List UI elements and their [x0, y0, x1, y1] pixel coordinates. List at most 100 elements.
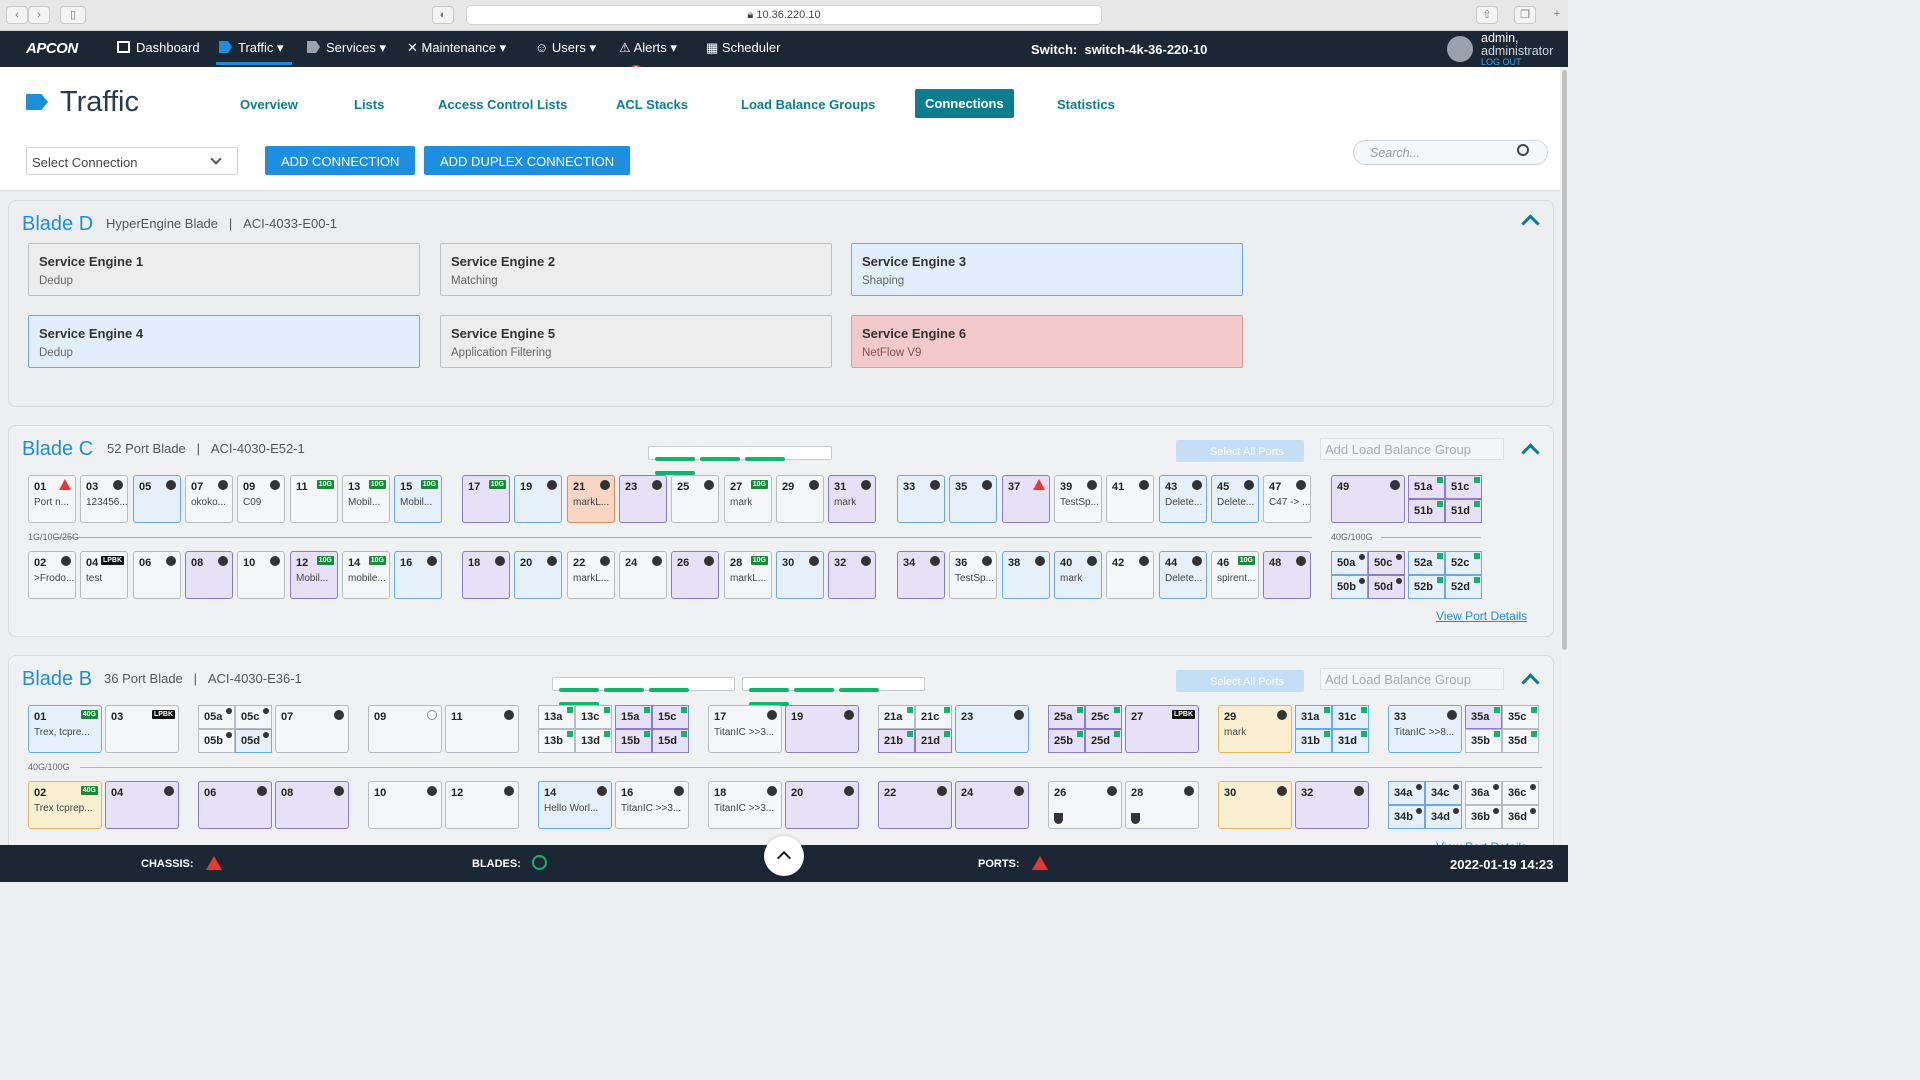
- port-tile[interactable]: 24: [955, 781, 1029, 829]
- port-tile[interactable]: 17 TitanIC >>3...: [708, 705, 782, 753]
- breakout-port[interactable]: 36a: [1465, 781, 1502, 805]
- service-engine-3[interactable]: Service Engine 3 Shaping: [851, 243, 1243, 296]
- nav-scheduler[interactable]: ▦ Scheduler: [706, 40, 780, 56]
- breakout-port[interactable]: 05d: [235, 729, 272, 753]
- breakout-port[interactable]: 13a: [538, 705, 575, 729]
- breakout-port[interactable]: 13c: [575, 705, 612, 729]
- breakout-port[interactable]: 35c: [1502, 705, 1539, 729]
- breakout-port[interactable]: 31a: [1295, 705, 1332, 729]
- port-tile[interactable]: 02 Trex tcprep... 40G: [28, 781, 102, 829]
- port-tile[interactable]: 48: [1263, 551, 1311, 599]
- back-icon[interactable]: ‹: [6, 6, 28, 24]
- tab-overview[interactable]: Overview: [240, 97, 298, 112]
- port-tile[interactable]: 14 mobile... 10G: [342, 551, 390, 599]
- share-icon[interactable]: ⇧: [1476, 6, 1498, 24]
- port-tile[interactable]: 25: [671, 475, 719, 523]
- breakout-port[interactable]: 35a: [1465, 705, 1502, 729]
- port-tile[interactable]: 12 Mobil... 10G: [290, 551, 338, 599]
- breakout-port[interactable]: 31b: [1295, 729, 1332, 753]
- port-tile[interactable]: 26: [1048, 781, 1122, 829]
- tabs-icon[interactable]: ❐: [1514, 6, 1536, 24]
- port-tile[interactable]: 04 test LPBK: [80, 551, 128, 599]
- port-tile[interactable]: 06: [133, 551, 181, 599]
- port-tile[interactable]: 46 spirent... 10G: [1211, 551, 1259, 599]
- breakout-port[interactable]: 35b: [1465, 729, 1502, 753]
- breakout-port[interactable]: 31c: [1332, 705, 1369, 729]
- port-tile[interactable]: 15 Mobil... 10G: [394, 475, 442, 523]
- port-tile[interactable]: 39 TestSp...: [1054, 475, 1102, 523]
- port-tile[interactable]: 32: [1295, 781, 1369, 829]
- breakout-port[interactable]: 05c: [235, 705, 272, 729]
- port-tile[interactable]: 49: [1331, 475, 1405, 523]
- nav-dashboard[interactable]: Dashboard: [117, 40, 200, 55]
- port-tile[interactable]: 04: [105, 781, 179, 829]
- port-tile[interactable]: 29: [776, 475, 824, 523]
- apcon-logo[interactable]: APCON: [26, 40, 78, 57]
- service-engine-2[interactable]: Service Engine 2 Matching: [440, 243, 832, 296]
- port-tile[interactable]: 05: [133, 475, 181, 523]
- port-tile[interactable]: 29 mark: [1218, 705, 1292, 753]
- breakout-port[interactable]: 52c: [1445, 551, 1482, 575]
- port-tile[interactable]: 22: [878, 781, 952, 829]
- breakout-port[interactable]: 21a: [878, 705, 915, 729]
- breakout-port[interactable]: 15b: [615, 729, 652, 753]
- breakout-port[interactable]: 52d: [1445, 575, 1482, 599]
- chassis-warning-icon[interactable]: [206, 856, 222, 870]
- port-tile[interactable]: 35: [949, 475, 997, 523]
- breakout-port[interactable]: 51b: [1408, 499, 1445, 523]
- breakout-port[interactable]: 51a: [1408, 475, 1445, 499]
- sidebar-icon[interactable]: ▯: [60, 6, 86, 24]
- breakout-port[interactable]: 34d: [1425, 805, 1462, 829]
- port-tile[interactable]: 43 Delete...: [1159, 475, 1207, 523]
- breakout-port[interactable]: 52a: [1408, 551, 1445, 575]
- view-port-details-link[interactable]: View Port Details: [1436, 609, 1527, 623]
- breakout-port[interactable]: 36b: [1465, 805, 1502, 829]
- breakout-port[interactable]: 25d: [1085, 729, 1122, 753]
- port-tile[interactable]: 02 >Frodo...: [28, 551, 76, 599]
- breakout-port[interactable]: 31d: [1332, 729, 1369, 753]
- port-tile[interactable]: 28: [1125, 781, 1199, 829]
- port-tile[interactable]: 38: [1002, 551, 1050, 599]
- port-tile[interactable]: 10: [368, 781, 442, 829]
- add-duplex-connection-button[interactable]: ADD DUPLEX CONNECTION: [424, 146, 631, 175]
- port-tile[interactable]: 42: [1106, 551, 1154, 599]
- port-tile[interactable]: 18: [462, 551, 510, 599]
- forward-icon[interactable]: ›: [28, 6, 50, 24]
- search-icon[interactable]: [1517, 144, 1529, 156]
- port-tile[interactable]: 03 LPBK: [105, 705, 179, 753]
- add-load-balance-group-dropdown[interactable]: Add Load Balance Group: [1320, 438, 1504, 460]
- service-engine-4[interactable]: Service Engine 4 Dedup: [28, 315, 420, 368]
- port-tile[interactable]: 18 TitanIC >>3...: [708, 781, 782, 829]
- breakout-port[interactable]: 21b: [878, 729, 915, 753]
- breakout-port[interactable]: 50b: [1331, 575, 1368, 599]
- port-tile[interactable]: 30: [1218, 781, 1292, 829]
- collapse-icon[interactable]: [1521, 443, 1540, 462]
- port-tile[interactable]: 19: [785, 705, 859, 753]
- breakout-port[interactable]: 13d: [575, 729, 612, 753]
- port-tile[interactable]: 37: [1002, 475, 1050, 523]
- new-tab-icon[interactable]: +: [1546, 6, 1568, 24]
- select-connection-dropdown[interactable]: Select Connection: [26, 147, 238, 175]
- breakout-port[interactable]: 05a: [198, 705, 235, 729]
- port-tile[interactable]: 03 123456...: [80, 475, 128, 523]
- port-tile[interactable]: 26: [671, 551, 719, 599]
- port-tile[interactable]: 17 10G: [462, 475, 510, 523]
- breakout-port[interactable]: 13b: [538, 729, 575, 753]
- nav-services[interactable]: Services ▾: [307, 40, 386, 56]
- tab-access-control-lists[interactable]: Access Control Lists: [438, 97, 567, 112]
- port-tile[interactable]: 41: [1106, 475, 1154, 523]
- breakout-port[interactable]: 21d: [915, 729, 952, 753]
- port-tile[interactable]: 32: [828, 551, 876, 599]
- port-tile[interactable]: 01 Trex, tcpre... 40G: [28, 705, 102, 753]
- nav-users[interactable]: ☺ Users ▾: [535, 40, 596, 56]
- breakout-port[interactable]: 25c: [1085, 705, 1122, 729]
- add-load-balance-group-dropdown[interactable]: Add Load Balance Group: [1320, 668, 1504, 690]
- port-tile[interactable]: 13 Mobil... 10G: [342, 475, 390, 523]
- tab-acl-stacks[interactable]: ACL Stacks: [616, 97, 688, 112]
- select-all-ports-button[interactable]: Select All Ports: [1176, 670, 1304, 692]
- port-tile[interactable]: 27 mark 10G: [724, 475, 772, 523]
- nav-maintenance[interactable]: ✕ Maintenance ▾: [407, 40, 506, 56]
- port-tile[interactable]: 27 LPBK: [1125, 705, 1199, 753]
- tab-lists[interactable]: Lists: [354, 97, 384, 112]
- nav-traffic[interactable]: Traffic ▾: [219, 40, 284, 56]
